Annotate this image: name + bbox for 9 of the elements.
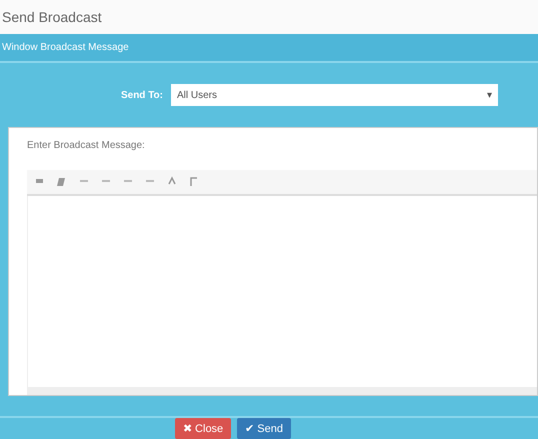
editor-label: Enter Broadcast Message:: [27, 140, 146, 153]
slant-icon[interactable]: [57, 176, 67, 188]
page-title: Send Broadcast: [2, 9, 102, 25]
recipient-select[interactable]: All Users ▾: [171, 84, 498, 106]
send-button[interactable]: ✔ Send: [237, 418, 291, 439]
corner-icon[interactable]: [189, 176, 199, 188]
field-label: Send To:: [120, 90, 163, 100]
close-button[interactable]: ✖ Close: [175, 418, 232, 439]
panel-title: Window Broadcast Message: [2, 42, 129, 53]
